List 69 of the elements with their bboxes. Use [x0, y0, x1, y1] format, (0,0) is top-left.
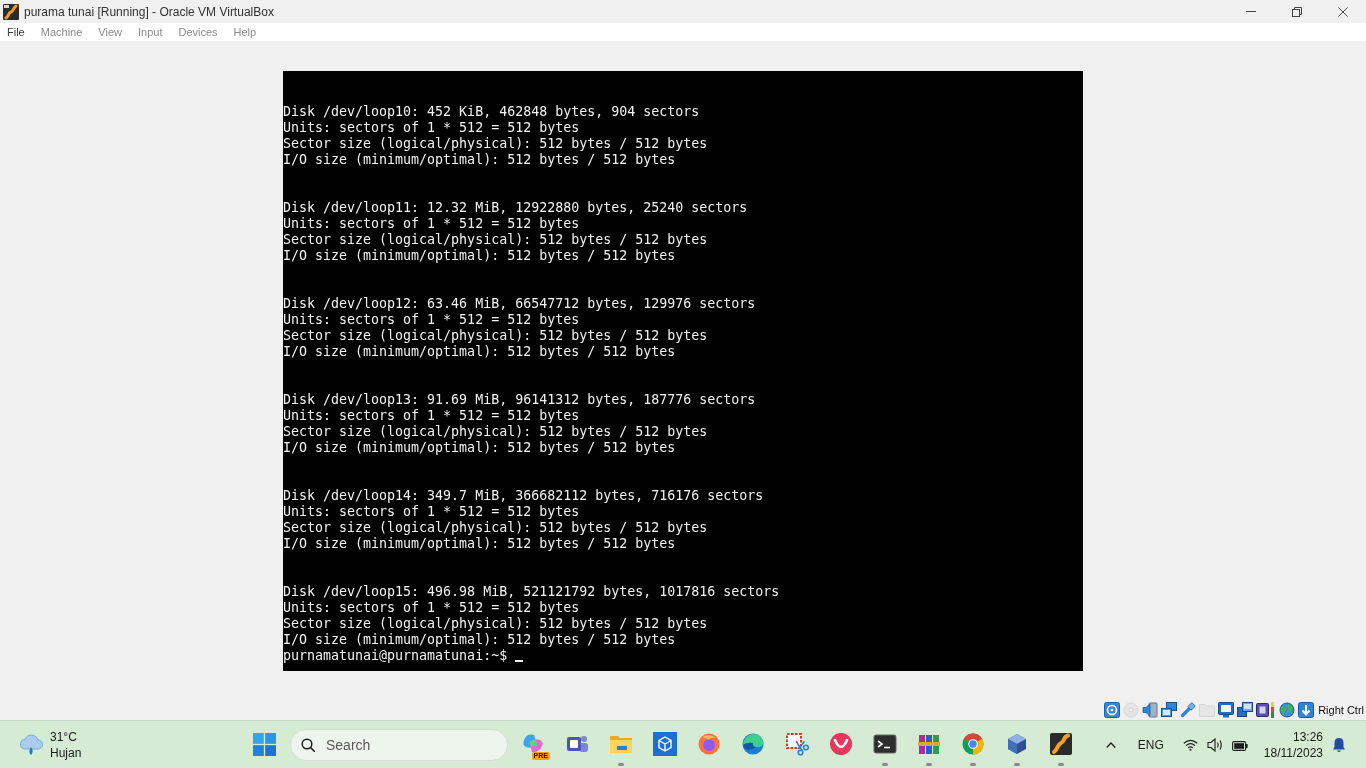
display-icon[interactable]	[1218, 702, 1235, 718]
menu-item[interactable]: Help	[233, 26, 257, 38]
window-title: purama tunai [Running] - Oracle VM VirtualBox	[24, 4, 274, 19]
network-icon[interactable]	[1161, 702, 1178, 718]
terminal-line: I/O size (minimum/optimal): 512 bytes / 512 bytes	[283, 440, 676, 456]
weather-temperature[interactable]: 31°C	[50, 728, 77, 745]
minimize-icon	[1246, 11, 1256, 12]
menu-item[interactable]: Machine	[40, 26, 83, 38]
terminal-prompt: purnamatunai@purnamatunai:~$	[283, 648, 508, 664]
close-icon	[1338, 6, 1348, 17]
restore-icon	[1292, 6, 1302, 17]
terminal-line: Sector size (logical/physical): 512 bytes / 512 bytes	[283, 232, 708, 248]
menu-item[interactable]: View	[98, 26, 122, 38]
disc-logo-icon	[697, 732, 721, 756]
terminal-line: I/O size (minimum/optimal): 512 bytes / 512 bytes	[283, 632, 676, 648]
application-icon	[3, 3, 19, 20]
terminal-line: I/O size (minimum/optimal): 512 bytes / 512 bytes	[283, 536, 676, 552]
hard-disk-icon[interactable]	[1104, 702, 1121, 718]
battery-icon[interactable]	[1231, 738, 1248, 751]
search-icon	[301, 737, 315, 752]
terminal-line: Disk /dev/loop13: 91.69 MiB, 96141312 bytes, 187776 sectors	[283, 392, 756, 408]
terminal-line: Units: sectors of 1 * 512 = 512 bytes	[283, 216, 580, 232]
terminal-icon	[873, 732, 897, 756]
speaker-icon[interactable]	[1206, 737, 1224, 752]
chevron-up-icon[interactable]	[1105, 741, 1116, 748]
host-key-label: Right Ctrl	[1318, 704, 1364, 716]
terminal-line: Disk /dev/loop10: 452 KiB, 462848 bytes, 904 sectors	[283, 104, 700, 120]
terminal-line: Sector size (logical/physical): 512 bytes / 512 bytes	[283, 424, 708, 440]
circle-logo-icon	[829, 732, 853, 756]
menu-item[interactable]: File	[7, 26, 25, 38]
terminal-line: Units: sectors of 1 * 512 = 512 bytes	[283, 504, 580, 520]
squiggle-tile-icon	[1049, 732, 1073, 756]
clock-time[interactable]: 13:26	[1292, 728, 1323, 745]
menu-item[interactable]: Input	[137, 26, 163, 38]
books-icon	[917, 732, 941, 756]
terminal-line: Disk /dev/loop15: 496.98 MiB, 521121792 bytes, 1017816 sectors	[283, 584, 780, 600]
terminal-line: Disk /dev/loop11: 12.32 MiB, 12922880 bytes, 25240 sectors	[283, 200, 748, 216]
terminal-line: I/O size (minimum/optimal): 512 bytes / 512 bytes	[283, 344, 676, 360]
menu-item[interactable]: Devices	[178, 26, 218, 38]
audio-speaker-icon[interactable]	[1142, 702, 1159, 718]
terminal-line: Sector size (logical/physical): 512 bytes / 512 bytes	[283, 520, 708, 536]
terminal-line: Disk /dev/loop12: 63.46 MiB, 66547712 bytes, 129976 sectors	[283, 296, 756, 312]
terminal-line: I/O size (minimum/optimal): 512 bytes / 512 bytes	[283, 248, 676, 264]
terminal-line: Units: sectors of 1 * 512 = 512 bytes	[283, 312, 580, 328]
processor-icon[interactable]	[1256, 702, 1277, 718]
search-field[interactable]: Search	[290, 728, 508, 761]
ring-logo-icon	[961, 732, 985, 756]
terminal-line: Units: sectors of 1 * 512 = 512 bytes	[283, 120, 580, 136]
weather-condition[interactable]: Hujan	[50, 744, 82, 761]
start-icon[interactable]	[253, 733, 276, 756]
scissors-icon	[785, 732, 809, 756]
language-indicator[interactable]: ENG	[1137, 737, 1164, 752]
terminal-line: Sector size (logical/physical): 512 bytes / 512 bytes	[283, 328, 708, 344]
terminal-line: Sector size (logical/physical): 512 bytes / 512 bytes	[283, 136, 708, 152]
wifi-icon[interactable]	[1182, 738, 1198, 751]
screens-icon[interactable]	[1237, 702, 1254, 718]
terminal-line: I/O size (minimum/optimal): 512 bytes / 512 bytes	[283, 152, 676, 168]
usb-icon[interactable]	[1180, 702, 1197, 718]
cube-icon	[1005, 732, 1029, 756]
terminal-line: Disk /dev/loop14: 349.7 MiB, 366682112 bytes, 716176 sectors	[283, 488, 764, 504]
cursor-icon	[515, 660, 524, 662]
globe-icon[interactable]	[1279, 702, 1296, 718]
notification-bell-icon[interactable]	[1332, 736, 1346, 753]
wave-circle-icon	[741, 732, 765, 756]
terminal-line: Sector size (logical/physical): 512 bytes / 512 bytes	[283, 616, 708, 632]
terminal-line: Units: sectors of 1 * 512 = 512 bytes	[283, 600, 580, 616]
terminal-line: Units: sectors of 1 * 512 = 512 bytes	[283, 408, 580, 424]
clock-date[interactable]: 18/11/2023	[1263, 744, 1323, 761]
cube-tile-icon	[653, 732, 677, 756]
